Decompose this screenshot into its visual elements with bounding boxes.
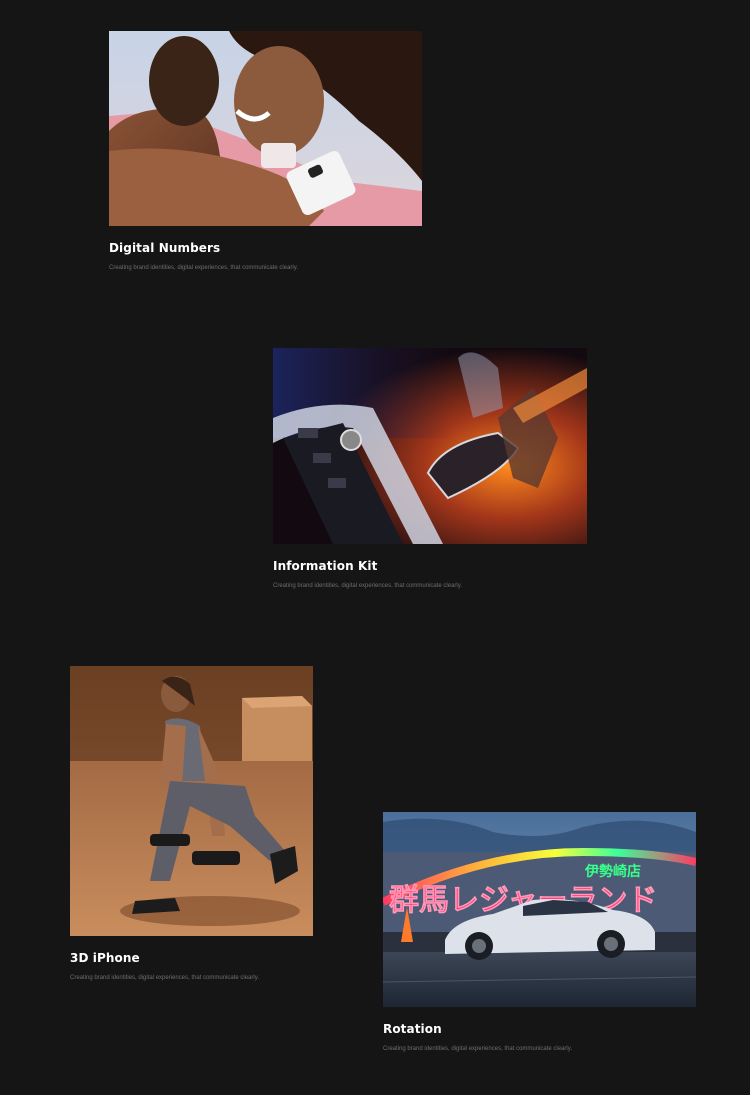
- project-image-digital-numbers[interactable]: [109, 31, 422, 226]
- project-description: Creating brand identities, digital exper…: [109, 265, 298, 271]
- project-title[interactable]: 3D iPhone: [70, 951, 313, 965]
- project-image-rotation[interactable]: 群馬レジャーランド 伊勢崎店: [383, 812, 696, 1007]
- project-card-rotation[interactable]: 群馬レジャーランド 伊勢崎店 Rotation Creating brand i…: [383, 812, 696, 1053]
- project-description: Creating brand identities, digital exper…: [383, 1046, 572, 1052]
- car-gear-shifter-photo: [273, 348, 587, 544]
- project-title[interactable]: Digital Numbers: [109, 241, 422, 255]
- project-title[interactable]: Information Kit: [273, 559, 587, 573]
- hugging-woman-photo: [109, 31, 422, 226]
- project-card-3d-iphone[interactable]: 3D iPhone Creating brand identities, dig…: [70, 666, 313, 982]
- project-card-digital-numbers[interactable]: Digital Numbers Creating brand identitie…: [109, 31, 422, 272]
- project-description: Creating brand identities, digital exper…: [273, 583, 462, 589]
- project-card-information-kit[interactable]: Information Kit Creating brand identitie…: [273, 348, 587, 590]
- woman-lunge-dumbbells-photo: [70, 666, 313, 936]
- project-image-3d-iphone[interactable]: [70, 666, 313, 936]
- project-description: Creating brand identities, digital exper…: [70, 975, 259, 981]
- project-title[interactable]: Rotation: [383, 1022, 696, 1036]
- white-car-neon-sign-photo: 群馬レジャーランド 伊勢崎店: [383, 812, 696, 1007]
- project-image-information-kit[interactable]: [273, 348, 587, 544]
- neon-sign-small-text: 伊勢崎店: [584, 863, 641, 880]
